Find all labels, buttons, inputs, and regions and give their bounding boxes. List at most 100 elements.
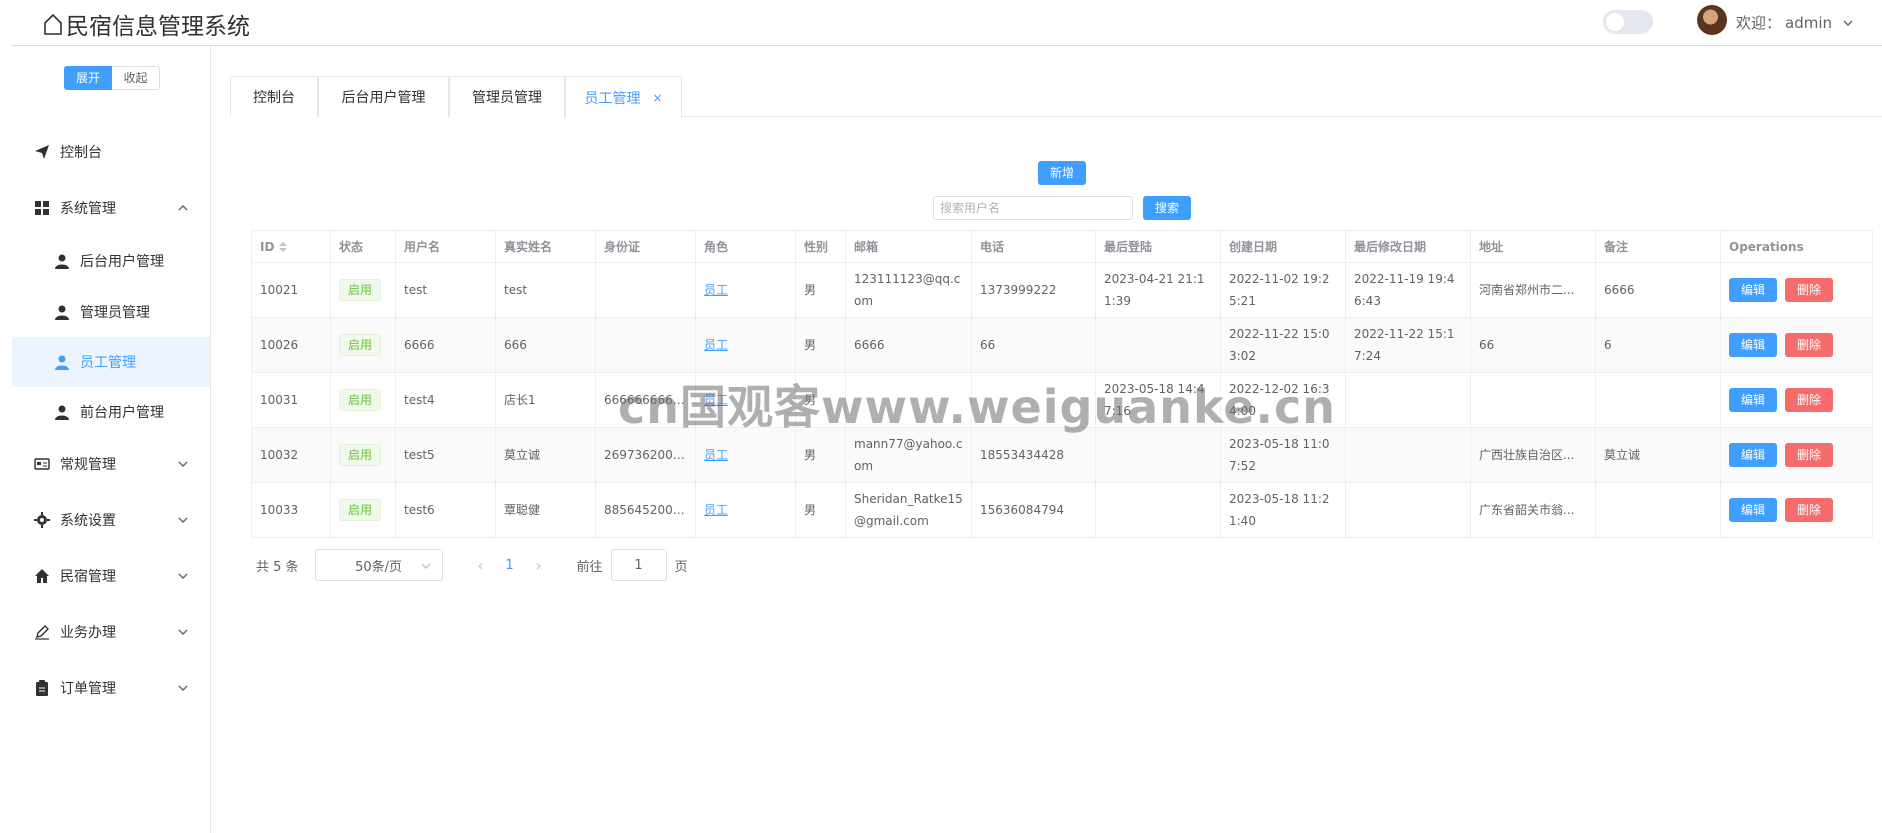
role-link[interactable]: 员工: [704, 448, 728, 462]
role-link[interactable]: 员工: [704, 503, 728, 517]
cell-email: 123111123@qq.com: [845, 262, 972, 318]
prev-page-icon[interactable]: ‹: [467, 551, 495, 579]
goto-page-input[interactable]: [610, 549, 667, 581]
delete-button[interactable]: 删除: [1785, 388, 1834, 412]
app-title: 民宿信息管理系统: [42, 7, 250, 41]
created-text: 2023-05-18 11:21:40: [1229, 492, 1330, 528]
next-page-icon[interactable]: ›: [525, 551, 553, 579]
tab-backend-users[interactable]: 后台用户管理: [318, 76, 449, 117]
edit-button[interactable]: 编辑: [1729, 443, 1778, 467]
sidebar-item-system-settings[interactable]: 系统设置: [12, 495, 210, 545]
edit-button[interactable]: 编辑: [1729, 498, 1778, 522]
cell-address: [1470, 372, 1596, 428]
sidebar-item-label: 员工管理: [80, 355, 136, 371]
cell-operations: 编辑 删除: [1720, 317, 1873, 373]
cell-address: 广东省韶关市翁...: [1470, 482, 1596, 538]
cell-username: test: [395, 262, 496, 318]
sidebar-item-label: 民宿管理: [60, 569, 116, 585]
user-menu[interactable]: 欢迎： admin: [1736, 12, 1854, 33]
search-button[interactable]: 搜索: [1143, 196, 1191, 220]
page-size-select[interactable]: 50条/页: [314, 549, 443, 581]
cell-status: 启用: [330, 482, 396, 538]
cell-gender: 男: [795, 262, 846, 318]
cell-modified: [1345, 372, 1471, 428]
cell-address: 河南省郑州市二...: [1470, 262, 1596, 318]
user-icon: [55, 355, 69, 370]
cell-created: 2023-05-18 11:21:40: [1220, 482, 1346, 538]
sidebar-item-backend-users[interactable]: 后台用户管理: [12, 236, 210, 286]
page-number-current[interactable]: 1: [495, 558, 525, 573]
sidebar-item-homestay-management[interactable]: 民宿管理: [12, 551, 210, 601]
column-header-id[interactable]: ID: [251, 230, 331, 263]
delete-button[interactable]: 删除: [1785, 498, 1834, 522]
cell-modified: 2022-11-19 19:46:43: [1345, 262, 1471, 318]
idcard-text: 8856452009...: [604, 503, 687, 517]
column-header-realname: 真实姓名: [495, 230, 596, 263]
cell-realname: 莫立诚: [495, 427, 596, 483]
cell-role: 员工: [695, 317, 796, 373]
role-link[interactable]: 员工: [704, 338, 728, 352]
status-badge: 启用: [339, 389, 382, 411]
tab-admin-management[interactable]: 管理员管理: [449, 76, 565, 117]
edit-button[interactable]: 编辑: [1729, 333, 1778, 357]
cell-remark: 6666: [1595, 262, 1721, 318]
sidebar-item-system-management[interactable]: 系统管理: [12, 183, 210, 233]
cell-phone: 15636084794: [971, 482, 1096, 538]
column-header-phone: 电话: [971, 230, 1096, 263]
sidebar-item-dashboard[interactable]: 控制台: [12, 127, 210, 177]
cell-status: 启用: [330, 427, 396, 483]
email-text: mann77@yahoo.com: [854, 437, 963, 473]
cell-status: 启用: [330, 372, 396, 428]
chevron-down-icon: [178, 685, 188, 691]
delete-button[interactable]: 删除: [1785, 333, 1834, 357]
avatar[interactable]: [1697, 5, 1727, 35]
sidebar-item-employee-management[interactable]: 员工管理: [12, 337, 210, 387]
sidebar-item-label: 管理员管理: [80, 305, 150, 321]
sidebar-item-frontend-users[interactable]: 前台用户管理: [12, 387, 210, 437]
sidebar-item-general-management[interactable]: 常规管理: [12, 439, 210, 489]
welcome-prefix: 欢迎：: [1736, 14, 1782, 32]
theme-toggle[interactable]: [1603, 10, 1653, 34]
goto-suffix: 页: [674, 559, 688, 575]
search-input[interactable]: [933, 196, 1133, 220]
page-tabs: 控制台 后台用户管理 管理员管理 员工管理 ×: [230, 76, 1882, 118]
edit-button[interactable]: 编辑: [1729, 388, 1778, 412]
sidebar-item-admin-management[interactable]: 管理员管理: [12, 287, 210, 337]
sidebar-item-label: 控制台: [60, 145, 102, 161]
sidebar-item-order-management[interactable]: 订单管理: [12, 663, 210, 713]
add-button[interactable]: 新增: [1038, 161, 1086, 185]
cell-remark: [1595, 372, 1721, 428]
cell-operations: 编辑 删除: [1720, 262, 1873, 318]
role-link[interactable]: 员工: [704, 283, 728, 297]
modified-text: 2022-11-22 15:17:24: [1354, 327, 1455, 363]
top-header: 民宿信息管理系统 欢迎： admin: [12, 0, 1882, 46]
table-row: 10033 启用 test6 覃聪健 8856452009... 员工 男 Sh…: [251, 482, 1873, 538]
modified-text: 2022-11-19 19:46:43: [1354, 272, 1455, 308]
expand-button[interactable]: 展开: [64, 66, 112, 90]
table-header-row: ID 状态 用户名 真实姓名 身份证 角色 性别 邮箱 电话 最后登陆 创建日期…: [251, 230, 1873, 263]
edit-button[interactable]: 编辑: [1729, 278, 1778, 302]
cell-role: 员工: [695, 482, 796, 538]
sidebar-item-label: 前台用户管理: [80, 405, 164, 421]
sidebar-item-business[interactable]: 业务办理: [12, 607, 210, 657]
cell-username: test5: [395, 427, 496, 483]
collapse-button[interactable]: 收起: [112, 66, 160, 90]
cell-realname: test: [495, 262, 596, 318]
sort-caret-icon[interactable]: [278, 241, 288, 253]
last-login-text: 2023-04-21 21:11:39: [1104, 272, 1205, 308]
column-header-username: 用户名: [395, 230, 496, 263]
column-header-email: 邮箱: [845, 230, 972, 263]
tab-dashboard[interactable]: 控制台: [230, 76, 318, 117]
page-size-value: 50条/页: [355, 559, 403, 575]
sidebar-item-label: 业务办理: [60, 625, 116, 641]
goto-label: 前往: [576, 559, 603, 575]
delete-button[interactable]: 删除: [1785, 278, 1834, 302]
chevron-down-icon: [178, 461, 188, 467]
table-row: 10021 启用 test test 员工 男 123111123@qq.com…: [251, 262, 1873, 318]
cell-realname: 店长1: [495, 372, 596, 428]
tab-employee-management[interactable]: 员工管理 ×: [565, 76, 682, 118]
tab-close-icon[interactable]: ×: [652, 91, 662, 105]
id-card-icon: [34, 458, 50, 470]
delete-button[interactable]: 删除: [1785, 443, 1834, 467]
cell-address: 66: [1470, 317, 1596, 373]
